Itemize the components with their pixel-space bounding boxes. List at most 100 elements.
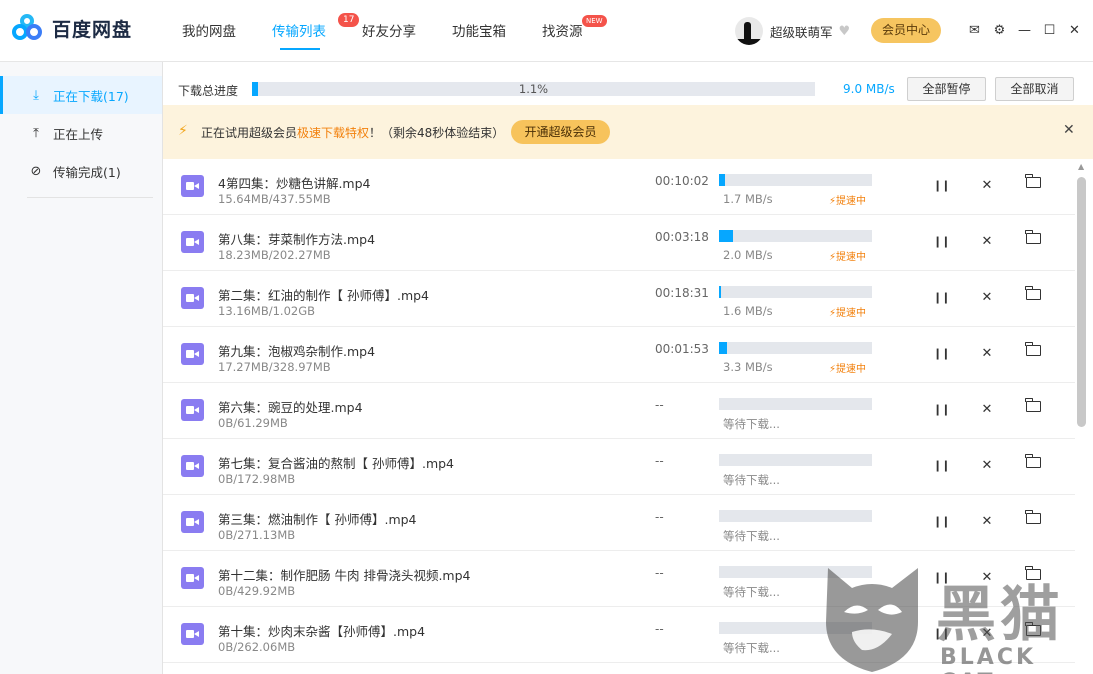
- cancel-icon[interactable]: ✕: [979, 178, 995, 193]
- overall-progress-bar: 1.1%: [252, 82, 815, 96]
- tab-toolbox[interactable]: 功能宝箱: [452, 20, 506, 54]
- user-profile[interactable]: 超级联萌军 ♥: [735, 17, 850, 45]
- file-progress-fill: [719, 230, 733, 242]
- pause-icon[interactable]: ❙❙: [933, 571, 950, 584]
- video-file-icon: [181, 455, 204, 477]
- scrollbar-thumb[interactable]: [1077, 177, 1086, 427]
- cancel-icon[interactable]: ✕: [979, 234, 995, 249]
- pause-icon[interactable]: ❙❙: [933, 403, 950, 416]
- open-folder-icon[interactable]: [1025, 286, 1041, 304]
- file-progress-bar: [719, 566, 872, 578]
- sidebar-item-completed[interactable]: ⊘ 传输完成(1): [0, 152, 162, 190]
- file-name: 4第四集：炒糖色讲解.mp4: [218, 176, 371, 191]
- total-speed: 9.0 MB/s: [843, 82, 895, 96]
- lightning-icon: ⚡: [178, 123, 188, 139]
- file-speed: 1.7 MB/s: [723, 192, 773, 206]
- remaining-time: --: [655, 622, 664, 636]
- list-item[interactable]: 第九集：泡椒鸡杂制作.mp4 17.27MB/328.97MB 00:01:53…: [163, 327, 1075, 383]
- pause-icon[interactable]: ❙❙: [933, 235, 950, 248]
- file-progress-bar: [719, 398, 872, 410]
- settings-icon[interactable]: ⚙: [987, 22, 1012, 40]
- app-logo: 百度网盘: [12, 14, 132, 42]
- tab-transfer-list[interactable]: 传输列表 17: [272, 13, 360, 54]
- pause-all-button[interactable]: 全部暂停: [907, 77, 986, 101]
- boost-label: 提速中: [836, 308, 867, 319]
- open-folder-icon[interactable]: [1025, 342, 1041, 360]
- file-progress-fill: [719, 342, 727, 354]
- remaining-time: 00:18:31: [655, 286, 709, 300]
- download-icon: ⤓: [33, 87, 39, 103]
- list-item[interactable]: 第八集：芽菜制作方法.mp4 18.23MB/202.27MB 00:03:18…: [163, 215, 1075, 271]
- video-file-icon: [181, 511, 204, 533]
- open-folder-icon[interactable]: [1025, 510, 1041, 528]
- list-item[interactable]: 4第四集：炒糖色讲解.mp4 15.64MB/437.55MB 00:10:02…: [163, 159, 1075, 215]
- upload-icon: ⤒: [33, 125, 39, 141]
- check-circle-icon: ⊘: [30, 163, 42, 179]
- open-folder-icon[interactable]: [1025, 398, 1041, 416]
- sidebar-item-uploading[interactable]: ⤒ 正在上传: [0, 114, 162, 152]
- sidebar-item-downloading[interactable]: ⤓ 正在下载(17): [0, 76, 162, 114]
- cancel-icon[interactable]: ✕: [979, 346, 995, 361]
- promo-text-highlight: 极速下载特权: [297, 126, 370, 140]
- open-folder-icon[interactable]: [1025, 454, 1041, 472]
- minimize-icon[interactable]: —: [1012, 22, 1037, 40]
- file-speed: 等待下载...: [723, 529, 780, 543]
- list-item[interactable]: 第二集：红油的制作【 孙师傅】.mp4 13.16MB/1.02GB 00:18…: [163, 271, 1075, 327]
- list-item[interactable]: 第三集：燃油制作【 孙师傅】.mp4 0B/271.13MB -- 等待下载..…: [163, 495, 1075, 551]
- list-item[interactable]: 第十集：炒肉末杂酱【孙师傅】.mp4 0B/262.06MB -- 等待下载..…: [163, 607, 1075, 663]
- tab-find-resources[interactable]: 找资源 NEW: [542, 15, 607, 54]
- new-badge: NEW: [582, 15, 607, 27]
- open-folder-icon[interactable]: [1025, 230, 1041, 248]
- window-controls: ✉ ⚙ — ☐ ✕: [962, 22, 1087, 40]
- username[interactable]: 超级联萌军: [770, 22, 833, 41]
- file-progress-bar: [719, 286, 872, 298]
- cancel-icon[interactable]: ✕: [979, 402, 995, 417]
- file-name: 第十二集：制作肥肠 牛肉 排骨浇头视频.mp4: [218, 568, 471, 583]
- divider: [27, 197, 153, 198]
- pause-icon[interactable]: ❙❙: [933, 179, 950, 192]
- open-folder-icon[interactable]: [1025, 566, 1041, 584]
- cancel-icon[interactable]: ✕: [979, 626, 995, 641]
- pause-icon[interactable]: ❙❙: [933, 627, 950, 640]
- remaining-time: 00:10:02: [655, 174, 709, 188]
- sidebar-item-label: 正在下载(17): [53, 88, 129, 104]
- cancel-icon[interactable]: ✕: [979, 458, 995, 473]
- cancel-icon[interactable]: ✕: [979, 290, 995, 305]
- file-size: 17.27MB/328.97MB: [218, 360, 331, 374]
- list-item[interactable]: 第七集：复合酱油的熬制【 孙师傅】.mp4 0B/172.98MB -- 等待下…: [163, 439, 1075, 495]
- open-folder-icon[interactable]: [1025, 622, 1041, 640]
- pause-icon[interactable]: ❙❙: [933, 291, 950, 304]
- open-super-vip-button[interactable]: 开通超级会员: [511, 120, 610, 144]
- open-folder-icon[interactable]: [1025, 174, 1041, 192]
- file-name: 第三集：燃油制作【 孙师傅】.mp4: [218, 512, 417, 527]
- file-speed: 3.3 MB/s: [723, 360, 773, 374]
- pause-icon[interactable]: ❙❙: [933, 515, 950, 528]
- maximize-icon[interactable]: ☐: [1037, 22, 1062, 40]
- tab-label: 我的网盘: [182, 24, 236, 40]
- cancel-all-button[interactable]: 全部取消: [995, 77, 1074, 101]
- cancel-icon[interactable]: ✕: [979, 570, 995, 585]
- speed-boost-status: ⚡提速中: [829, 308, 867, 319]
- cancel-icon[interactable]: ✕: [979, 514, 995, 529]
- close-icon[interactable]: ✕: [1063, 122, 1075, 138]
- pause-icon[interactable]: ❙❙: [933, 347, 950, 360]
- mail-icon[interactable]: ✉: [962, 22, 987, 40]
- tab-friend-share[interactable]: 好友分享: [362, 20, 416, 54]
- sidebar-item-label: 正在上传: [53, 126, 104, 142]
- tab-my-disk[interactable]: 我的网盘: [182, 20, 236, 54]
- avatar[interactable]: [735, 17, 763, 45]
- close-icon[interactable]: ✕: [1062, 22, 1087, 40]
- list-item[interactable]: 第六集：豌豆的处理.mp4 0B/61.29MB -- 等待下载... ❙❙ ✕: [163, 383, 1075, 439]
- boost-label: 提速中: [836, 364, 867, 375]
- vip-center-button[interactable]: 会员中心: [871, 18, 941, 43]
- pause-icon[interactable]: ❙❙: [933, 459, 950, 472]
- list-item[interactable]: 第十二集：制作肥肠 牛肉 排骨浇头视频.mp4 0B/429.92MB -- 等…: [163, 551, 1075, 607]
- file-name: 第十集：炒肉末杂酱【孙师傅】.mp4: [218, 624, 426, 639]
- remaining-time: --: [655, 398, 664, 412]
- scroll-up-icon[interactable]: ▲: [1078, 162, 1084, 171]
- speed-boost-status: ⚡提速中: [829, 252, 867, 263]
- promo-text-suffix: ！（剩余48秒体验结束）: [369, 126, 505, 140]
- file-name: 第七集：复合酱油的熬制【 孙师傅】.mp4: [218, 456, 455, 471]
- file-speed: 2.0 MB/s: [723, 248, 773, 262]
- progress-percent: 1.1%: [518, 82, 549, 96]
